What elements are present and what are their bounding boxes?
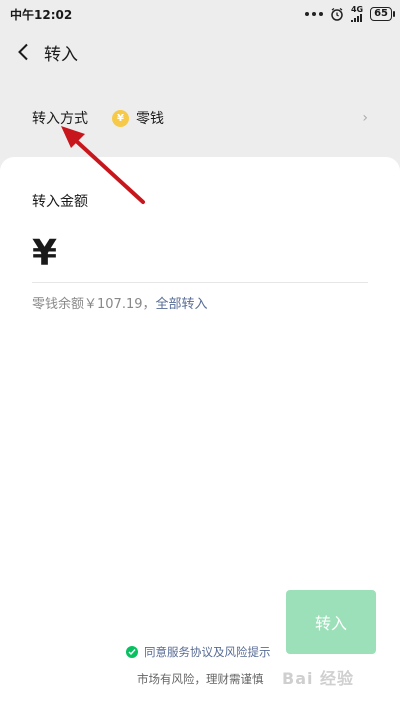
nav-bar: 转入 — [0, 34, 400, 70]
agreement-checkbox[interactable]: 同意服务协议及风险提示 — [126, 644, 271, 660]
amount-input[interactable] — [65, 235, 330, 271]
balance-text: 零钱余额￥107.19， — [32, 297, 156, 312]
amount-row: ¥ — [32, 223, 368, 283]
risk-note: 市场有风险，理财需谨慎 — [137, 672, 264, 686]
network-indicator: 4G — [351, 5, 363, 24]
page-title: 转入 — [44, 44, 78, 65]
back-button[interactable] — [2, 34, 44, 70]
more-dots-icon — [304, 12, 323, 16]
network-label: 4G — [350, 4, 364, 14]
amount-card: 转入金额 ¥ 零钱余额￥107.19，全部转入 转入 同意服务协议及风险提示 市… — [0, 157, 400, 717]
annotation-arrow-icon — [61, 126, 145, 204]
battery-icon: 65 — [370, 7, 395, 21]
alarm-icon — [331, 7, 343, 21]
submit-transfer-button[interactable]: 转入 — [286, 590, 376, 654]
status-icons: 4G 65 — [304, 5, 395, 24]
divider — [32, 282, 368, 283]
status-bar: 中午12:02 4G 65 — [0, 0, 400, 28]
agreement-text: 同意服务协议及风险提示 — [144, 645, 271, 659]
signal-icon — [351, 13, 362, 22]
currency-symbol: ¥ — [32, 232, 58, 274]
chevron-left-icon — [18, 43, 28, 61]
chevron-right-icon: › — [362, 110, 368, 126]
check-circle-icon — [126, 646, 138, 658]
balance-line: 零钱余额￥107.19，全部转入 — [32, 293, 208, 312]
status-time: 中午12:02 — [10, 7, 73, 22]
transfer-all-link[interactable]: 全部转入 — [156, 297, 208, 312]
watermark: Bai 经验 — [282, 669, 355, 688]
